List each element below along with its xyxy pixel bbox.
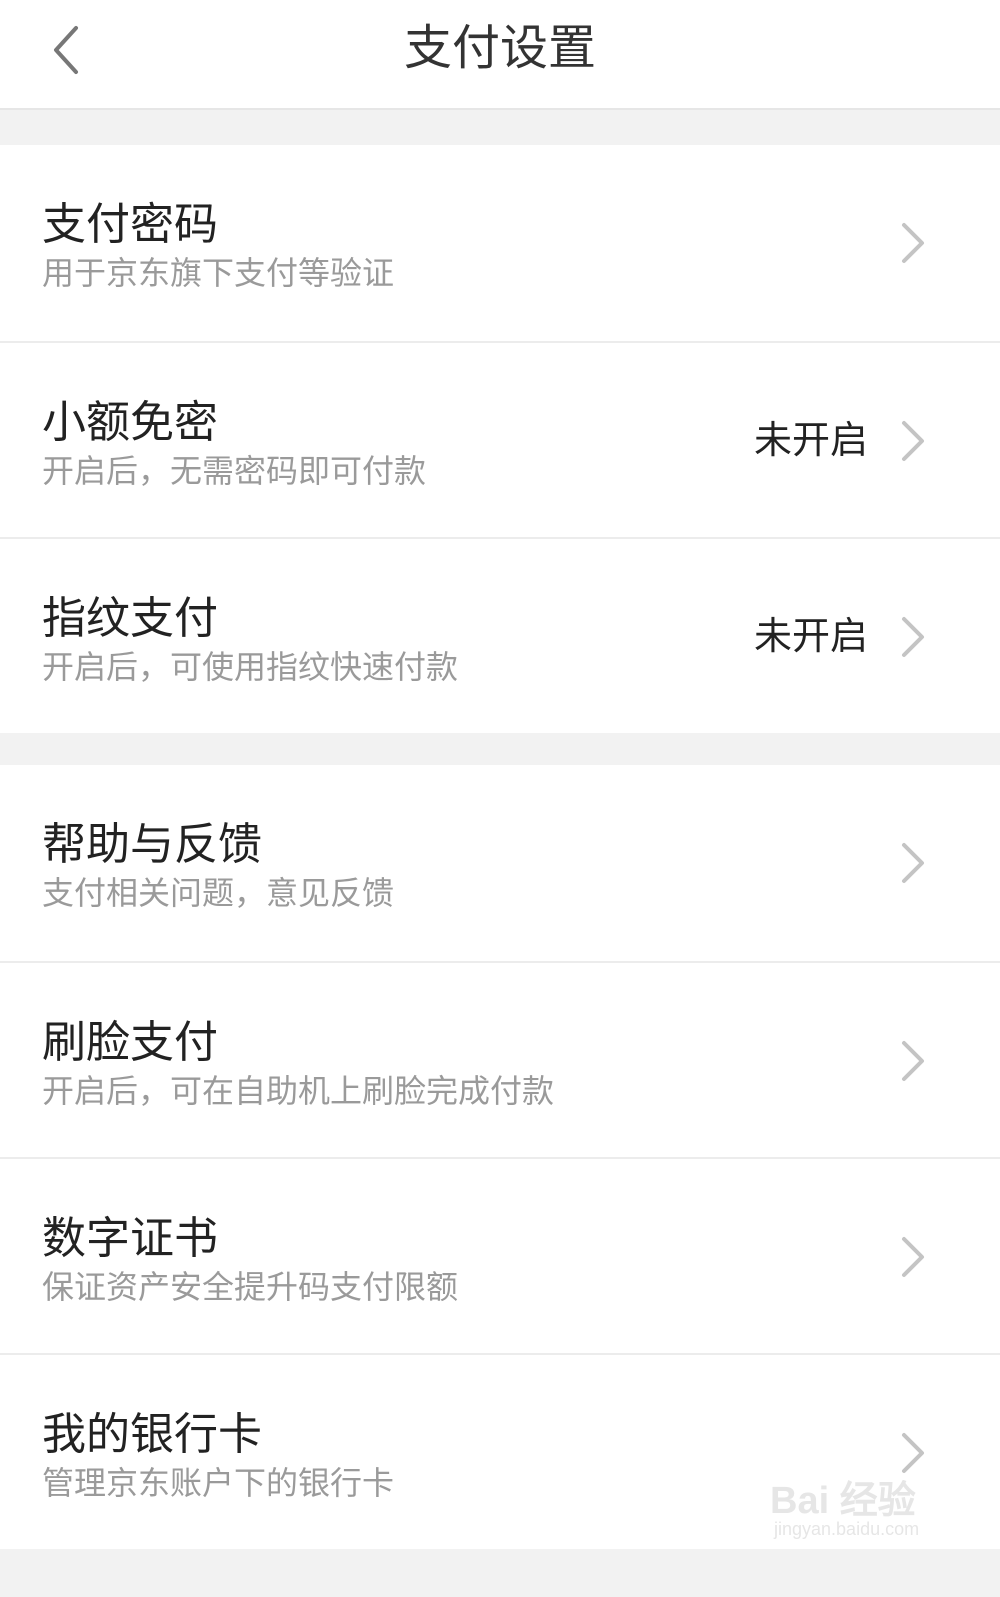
row-title: 帮助与反馈 (42, 819, 262, 870)
app-header: 支付设置 (0, 0, 1000, 110)
settings-group-services: 帮助与反馈 支付相关问题，意见反馈 刷脸支付 开启后，可在自助机上刷脸完成付款 … (0, 765, 1000, 1549)
chevron-right-icon (898, 1039, 928, 1083)
row-subtitle: 管理京东账户下的银行卡 (42, 1464, 395, 1502)
row-title: 指纹支付 (42, 593, 218, 644)
setting-row-small-amount-free[interactable]: 小额免密 开启后，无需密码即可付款 未开启 (0, 341, 1000, 537)
setting-row-digital-certificate[interactable]: 数字证书 保证资产安全提升码支付限额 (0, 1157, 1000, 1353)
row-subtitle: 保证资产安全提升码支付限额 (42, 1268, 459, 1306)
row-subtitle: 开启后，可在自助机上刷脸完成付款 (42, 1072, 555, 1110)
setting-row-help-feedback[interactable]: 帮助与反馈 支付相关问题，意见反馈 (0, 765, 1000, 961)
row-title: 刷脸支付 (42, 1017, 218, 1068)
row-title: 我的银行卡 (42, 1409, 262, 1460)
chevron-right-icon (898, 615, 928, 659)
row-title: 小额免密 (42, 397, 218, 448)
settings-group-security: 支付密码 用于京东旗下支付等验证 小额免密 开启后，无需密码即可付款 未开启 指… (0, 145, 1000, 733)
setting-row-my-bank-cards[interactable]: 我的银行卡 管理京东账户下的银行卡 (0, 1353, 1000, 1549)
row-subtitle: 开启后，无需密码即可付款 (42, 452, 427, 490)
setting-row-payment-password[interactable]: 支付密码 用于京东旗下支付等验证 (0, 145, 1000, 341)
chevron-right-icon (898, 1235, 928, 1279)
row-subtitle: 支付相关问题，意见反馈 (42, 874, 395, 912)
chevron-right-icon (898, 221, 928, 265)
row-title: 数字证书 (42, 1213, 218, 1264)
status-label: 未开启 (753, 418, 868, 462)
status-label: 未开启 (753, 614, 868, 658)
chevron-right-icon (898, 419, 928, 463)
row-subtitle: 开启后，可使用指纹快速付款 (42, 648, 459, 686)
setting-row-fingerprint-pay[interactable]: 指纹支付 开启后，可使用指纹快速付款 未开启 (0, 537, 1000, 733)
row-title: 支付密码 (42, 199, 218, 250)
chevron-right-icon (898, 1431, 928, 1475)
page-title: 支付设置 (403, 20, 596, 76)
chevron-right-icon (898, 841, 928, 885)
setting-row-face-pay[interactable]: 刷脸支付 开启后，可在自助机上刷脸完成付款 (0, 961, 1000, 1157)
row-subtitle: 用于京东旗下支付等验证 (42, 254, 395, 292)
